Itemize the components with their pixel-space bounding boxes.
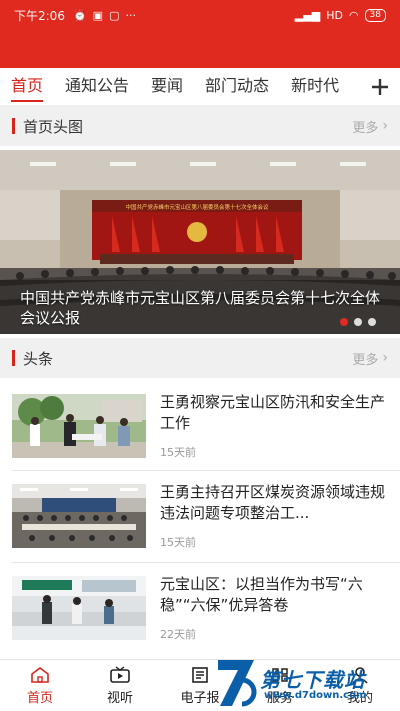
wifi-icon: ◠ bbox=[348, 8, 359, 22]
status-time: 下午2:06 bbox=[14, 8, 65, 23]
tab-new-era[interactable]: 新时代 bbox=[280, 68, 350, 105]
add-tab-button[interactable] bbox=[360, 68, 400, 105]
alarm-icon: ⏰ bbox=[72, 8, 87, 22]
news-thumbnail bbox=[12, 484, 146, 548]
carousel-dot[interactable] bbox=[340, 318, 348, 326]
nav-service[interactable]: 服务 bbox=[240, 660, 320, 711]
divider bbox=[12, 470, 400, 471]
news-title: 王勇视察元宝山区防汛和安全生产工作 bbox=[160, 393, 386, 432]
news-thumbnail bbox=[12, 576, 146, 640]
tab-news[interactable]: 要闻 bbox=[140, 68, 194, 105]
nav-e-paper[interactable]: 电子报 bbox=[160, 660, 240, 711]
user-icon bbox=[349, 665, 371, 685]
section-header-headline: 头条 更多 › bbox=[0, 338, 400, 378]
image-icon: ▢ bbox=[109, 8, 120, 22]
section-title: 首页头图 bbox=[23, 117, 84, 136]
news-item[interactable]: 王勇主持召开区煤炭资源领域违规违法问题专项整治工... 15天前 bbox=[0, 472, 400, 562]
nav-video[interactable]: 视听 bbox=[80, 660, 160, 711]
carousel-dot[interactable] bbox=[354, 318, 362, 326]
section-title: 头条 bbox=[23, 349, 54, 368]
divider bbox=[12, 562, 400, 563]
news-item[interactable]: 王勇视察元宝山区防汛和安全生产工作 15天前 bbox=[0, 382, 400, 472]
signal-icon: ▂▄▆ bbox=[294, 8, 321, 22]
nav-label: 电子报 bbox=[180, 691, 220, 706]
chevron-right-icon: › bbox=[382, 350, 388, 366]
app-header: 下午2:06 ⏰ ▣ ▢ ··· ▂▄▆ HD ◠ 38 bbox=[0, 0, 400, 68]
bottom-navigation: 首页 视听 电子报 服务 我的 bbox=[0, 659, 400, 711]
tab-department[interactable]: 部门动态 bbox=[194, 68, 280, 105]
newspaper-icon bbox=[189, 665, 211, 685]
category-tabs: 首页 通知公告 要闻 部门动态 新时代 bbox=[0, 68, 400, 106]
nav-label: 视听 bbox=[106, 691, 133, 706]
more-link[interactable]: 更多 › bbox=[352, 349, 388, 368]
nav-label: 服务 bbox=[266, 691, 293, 706]
news-item[interactable]: 元宝山区：以担当作为书写“六稳”“六保”优异答卷 22天前 bbox=[0, 564, 400, 654]
tab-home[interactable]: 首页 bbox=[0, 68, 54, 105]
news-thumbnail bbox=[12, 394, 146, 458]
battery-icon: 38 bbox=[364, 8, 386, 22]
banner-caption: 中国共产党赤峰市元宝山区第八届委员会第十七次全体会议公报 bbox=[20, 289, 381, 327]
section-header-banner: 首页头图 更多 › bbox=[0, 106, 400, 146]
carousel-dots bbox=[340, 318, 376, 326]
nav-label: 我的 bbox=[346, 691, 373, 706]
tv-icon bbox=[109, 665, 131, 685]
stage-banner-text: 中国共产党赤峰市元宝山区第八届委员会第十七次全体会议 bbox=[125, 203, 269, 211]
more-dots-icon: ··· bbox=[125, 8, 136, 22]
network-label: HD bbox=[326, 8, 343, 22]
tab-notices[interactable]: 通知公告 bbox=[54, 68, 140, 105]
news-title: 元宝山区：以担当作为书写“六稳”“六保”优异答卷 bbox=[160, 575, 363, 614]
banner-carousel[interactable]: 中国共产党赤峰市元宝山区第八届委员会第十七次全体会议 中国共产党赤峰市元宝山区第… bbox=[0, 150, 400, 334]
service-icon bbox=[269, 665, 291, 685]
nav-profile[interactable]: 我的 bbox=[320, 660, 400, 711]
home-icon bbox=[29, 665, 51, 685]
nfc-icon: ▣ bbox=[92, 8, 104, 22]
more-link[interactable]: 更多 › bbox=[352, 117, 388, 136]
news-time: 15天前 bbox=[160, 536, 196, 549]
nav-label: 首页 bbox=[26, 691, 53, 706]
plus-icon bbox=[372, 79, 388, 95]
nav-home[interactable]: 首页 bbox=[0, 660, 80, 711]
carousel-dot[interactable] bbox=[368, 318, 376, 326]
chevron-right-icon: › bbox=[382, 118, 388, 134]
news-time: 15天前 bbox=[160, 446, 196, 459]
status-bar: 下午2:06 ⏰ ▣ ▢ ··· ▂▄▆ HD ◠ 38 bbox=[0, 0, 400, 30]
news-title: 王勇主持召开区煤炭资源领域违规违法问题专项整治工... bbox=[160, 483, 386, 522]
news-time: 22天前 bbox=[160, 628, 196, 641]
